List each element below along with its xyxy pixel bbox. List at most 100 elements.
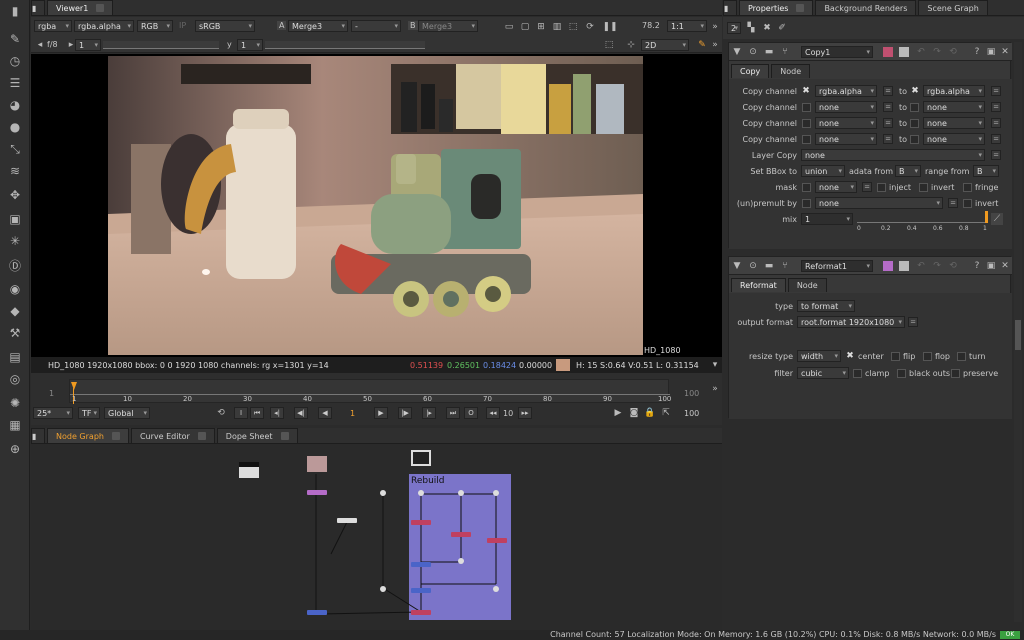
mask-view-icon[interactable]: ▥ (551, 21, 563, 33)
link-button[interactable]: = (908, 317, 918, 327)
invert-mask-checkbox[interactable] (919, 183, 928, 192)
tab-properties[interactable]: Properties (739, 0, 814, 15)
node-transform[interactable] (337, 518, 357, 523)
prev-keyframe-button[interactable]: ◂| (270, 407, 284, 419)
sparkle-icon[interactable]: ✺ (6, 394, 24, 412)
mask-checkbox[interactable] (802, 183, 811, 192)
preserve-checkbox[interactable] (951, 369, 960, 378)
filter-dropdown[interactable]: cubic (797, 367, 849, 379)
dot-node[interactable] (458, 558, 464, 564)
flame-icon[interactable]: ◎ (6, 370, 24, 388)
resize-type-dropdown[interactable]: width (797, 350, 841, 362)
dot-node[interactable] (418, 490, 424, 496)
prev-frame-button[interactable]: ◀| (294, 407, 308, 419)
in-point-button[interactable]: I (234, 407, 248, 419)
panel-menu-icon[interactable]: ▮ (723, 0, 737, 15)
lut-dropdown[interactable]: sRGB (195, 20, 255, 32)
node-reformat[interactable] (307, 490, 327, 495)
mix-field[interactable]: 1 (801, 213, 853, 225)
output-format-dropdown[interactable]: root.format 1920x1080 (797, 316, 905, 328)
eye-icon[interactable]: ◉ (6, 280, 24, 298)
wrench-icon[interactable]: ⚒ (6, 324, 24, 342)
dot-node[interactable] (380, 490, 386, 496)
cube-icon[interactable]: ▣ (6, 210, 24, 228)
node-name-field[interactable]: Copy1 (801, 46, 873, 58)
copy-to-dropdown[interactable]: none (923, 101, 985, 113)
node-name-field[interactable]: Reformat1 (801, 260, 873, 272)
copy-from-dropdown[interactable]: none (815, 117, 877, 129)
collapse-icon[interactable]: ▼ (731, 46, 743, 58)
premult-dropdown[interactable]: none (815, 197, 943, 209)
roi-icon[interactable]: ⬚ (603, 39, 615, 51)
tab-dope-sheet[interactable]: Dope Sheet (216, 428, 298, 443)
view-mode-dropdown[interactable]: 2D (641, 39, 689, 51)
mask-dropdown[interactable]: none (815, 181, 857, 193)
scrollbar-thumb[interactable] (1015, 320, 1021, 350)
color-wheel-icon[interactable]: ◕ (6, 96, 24, 114)
render-icon[interactable]: ◙ (628, 407, 640, 419)
copy-from-dropdown[interactable]: none (815, 133, 877, 145)
node-merge[interactable] (487, 538, 507, 543)
tab-node[interactable]: Node (771, 64, 811, 78)
pause-icon[interactable]: ❚❚ (602, 21, 617, 33)
camera-icon[interactable]: ▬ (763, 46, 775, 58)
stack-icon[interactable]: ≋ (6, 162, 24, 180)
gamma-slider[interactable] (265, 41, 425, 49)
node-merge[interactable] (451, 532, 471, 537)
zoom-value[interactable]: 78.2 (642, 21, 660, 30)
close-icon[interactable] (96, 4, 105, 12)
d-icon[interactable]: Ⓓ (6, 256, 24, 274)
transform-icon[interactable]: ⤡ (6, 140, 24, 158)
turn-checkbox[interactable] (957, 352, 966, 361)
fps-dropdown[interactable]: 25* (33, 407, 73, 419)
colorspace-dropdown[interactable]: RGB (137, 20, 173, 32)
adata-dropdown[interactable]: B (895, 165, 921, 177)
tab-node[interactable]: Node (787, 278, 827, 292)
viewer-node-thumb[interactable] (239, 462, 259, 478)
tab-scene-graph[interactable]: Scene Graph (918, 0, 988, 15)
node-graph-icon[interactable]: ⑂ (779, 260, 791, 272)
channel-checkbox[interactable] (910, 103, 919, 112)
dot-node[interactable] (493, 586, 499, 592)
mix-slider[interactable] (857, 211, 988, 223)
type-dropdown[interactable]: to format (797, 300, 855, 312)
b-input-dropdown[interactable]: Merge3 (418, 20, 478, 32)
first-frame-button[interactable]: ⏮ (250, 407, 264, 419)
properties-scrollbar[interactable] (1014, 42, 1022, 622)
link-button[interactable]: = (883, 118, 893, 128)
inject-checkbox[interactable] (877, 183, 886, 192)
play-reverse-button[interactable]: ◀ (318, 407, 332, 419)
center-node-icon[interactable]: ⊙ (747, 46, 759, 58)
playhead-icon[interactable] (71, 382, 77, 390)
next-keyframe-button[interactable]: |▸ (422, 407, 436, 419)
tab-curve-editor[interactable]: Curve Editor (130, 428, 215, 443)
font-color-swatch[interactable] (899, 261, 909, 271)
gamma-field[interactable]: 1 (237, 39, 263, 51)
channel-checkbox[interactable] (802, 103, 811, 112)
close-icon[interactable] (796, 4, 805, 12)
copy-from-dropdown[interactable]: none (815, 101, 877, 113)
link-button[interactable]: = (883, 86, 893, 96)
collapse-icon[interactable]: ▼ (731, 260, 743, 272)
link-button[interactable]: = (991, 102, 1001, 112)
frame-icon[interactable]: ▢ (519, 21, 531, 33)
copy-to-dropdown[interactable]: none (923, 133, 985, 145)
center-checked-icon[interactable]: ✖ (844, 350, 856, 362)
timeline-expand-icon[interactable]: » (709, 383, 721, 395)
lock-icon[interactable]: 🔒 (644, 407, 656, 419)
close-icon[interactable] (197, 432, 206, 440)
crosshair-icon[interactable]: ⊹ (625, 39, 637, 51)
channels-dropdown[interactable]: rgba (34, 20, 72, 32)
close-panel-icon[interactable]: ✕ (999, 46, 1011, 58)
copy-from-dropdown[interactable]: rgba.alpha (815, 85, 877, 97)
paint-brush-icon[interactable]: ✎ (696, 39, 708, 51)
dot-node[interactable] (458, 490, 464, 496)
link-button[interactable]: = (948, 198, 958, 208)
timer-icon[interactable]: ◷ (6, 52, 24, 70)
end-frame[interactable]: 100 (684, 409, 699, 418)
brush-icon[interactable]: ✐ (776, 22, 788, 34)
premult-checkbox[interactable] (802, 199, 811, 208)
overlay-icon[interactable]: ⊞ (535, 21, 547, 33)
channel-enabled-icon[interactable]: ✖ (909, 85, 921, 97)
close-panel-icon[interactable]: ✕ (999, 260, 1011, 272)
